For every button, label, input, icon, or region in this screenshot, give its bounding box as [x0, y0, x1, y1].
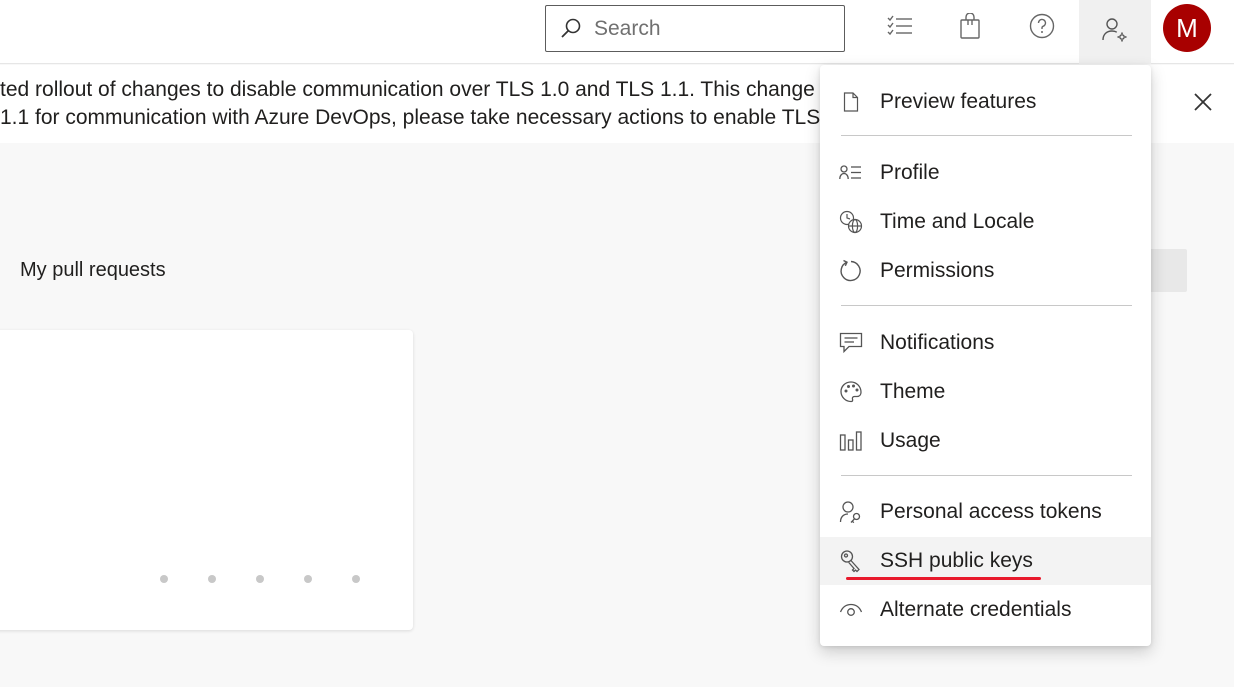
user-settings-menu: Preview features Profile Time and Locale… — [820, 65, 1151, 646]
checklist-icon — [887, 15, 913, 42]
menu-item-label: Personal access tokens — [880, 500, 1102, 523]
user-settings-button[interactable] — [1079, 0, 1151, 64]
marketplace-button[interactable] — [950, 8, 990, 48]
user-settings-icon — [1101, 16, 1129, 49]
menu-divider — [841, 475, 1132, 476]
help-icon — [1029, 13, 1055, 44]
menu-item-label: Permissions — [880, 259, 995, 282]
menu-item-alternate-credentials[interactable]: Alternate credentials — [820, 586, 1151, 634]
menu-item-preview-features[interactable]: Preview features — [820, 78, 1151, 126]
menu-divider — [841, 135, 1132, 136]
search-box[interactable]: Search — [545, 5, 845, 52]
comment-icon — [839, 331, 863, 355]
palette-icon — [839, 380, 863, 404]
search-icon — [558, 16, 584, 42]
close-icon — [1193, 92, 1213, 117]
search-input[interactable]: Search — [594, 17, 661, 41]
menu-item-label: Theme — [880, 380, 946, 403]
menu-item-notifications[interactable]: Notifications — [820, 319, 1151, 367]
menu-item-label: Alternate credentials — [880, 598, 1072, 621]
menu-item-personal-access-tokens[interactable]: Personal access tokens — [820, 488, 1151, 536]
menu-item-label: Preview features — [880, 90, 1037, 113]
tab-my-pull-requests[interactable]: My pull requests — [20, 259, 166, 282]
menu-item-label: Time and Locale — [880, 210, 1035, 233]
loading-card — [0, 330, 413, 630]
menu-item-label: Profile — [880, 161, 940, 184]
bar-chart-icon — [839, 429, 863, 453]
work-items-button[interactable] — [880, 8, 920, 48]
loading-dot — [256, 575, 264, 583]
loading-dot — [352, 575, 360, 583]
menu-item-label: Usage — [880, 429, 941, 452]
time-globe-icon — [839, 210, 863, 234]
banner-text-line-2: 1.1 for communication with Azure DevOps,… — [0, 106, 850, 129]
person-key-icon — [839, 500, 863, 524]
banner-close-button[interactable] — [1188, 89, 1218, 119]
menu-item-label: Notifications — [880, 331, 995, 354]
top-bar: Search M — [0, 0, 1234, 64]
menu-item-label: SSH public keys — [880, 549, 1033, 572]
help-button[interactable] — [1022, 8, 1062, 48]
shopping-bag-icon — [959, 11, 981, 44]
annotation-underline — [846, 577, 1041, 580]
banner-text-line-1: ted rollout of changes to disable commun… — [0, 78, 836, 101]
contact-card-icon — [839, 161, 863, 185]
loading-indicator — [160, 575, 360, 583]
menu-item-usage[interactable]: Usage — [820, 417, 1151, 465]
refresh-circle-icon — [839, 259, 863, 283]
avatar-initial: M — [1176, 12, 1198, 43]
loading-dot — [160, 575, 168, 583]
loading-dot — [304, 575, 312, 583]
menu-item-time-and-locale[interactable]: Time and Locale — [820, 198, 1151, 246]
menu-item-permissions[interactable]: Permissions — [820, 247, 1151, 295]
page-icon — [839, 90, 863, 114]
menu-item-profile[interactable]: Profile — [820, 149, 1151, 197]
avatar[interactable]: M — [1163, 4, 1211, 52]
eye-icon — [839, 598, 863, 622]
key-icon — [839, 549, 863, 573]
menu-divider — [841, 305, 1132, 306]
menu-item-theme[interactable]: Theme — [820, 368, 1151, 416]
loading-dot — [208, 575, 216, 583]
